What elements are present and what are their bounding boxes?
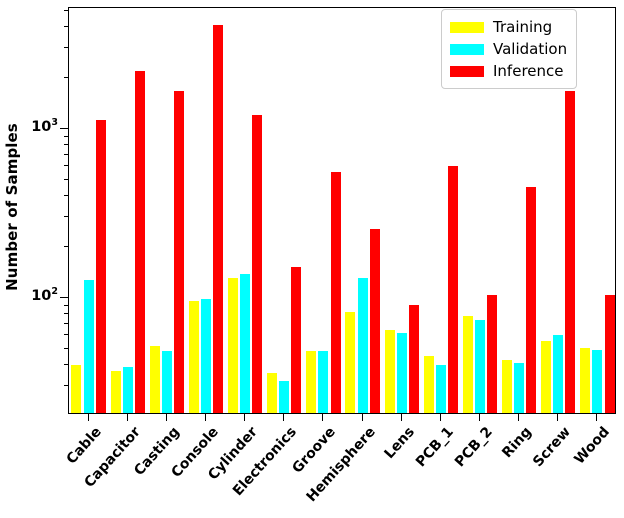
legend-swatch-validation: [450, 43, 484, 55]
bar-group: [149, 8, 185, 413]
bar-ring-training: [501, 359, 512, 413]
x-tick-label-wood: Wood: [571, 424, 614, 468]
bar-group: [71, 8, 106, 413]
bar-groove-inference: [330, 172, 341, 413]
x-tick: [322, 414, 324, 421]
bar-casting-validation: [161, 351, 172, 413]
bar-cylinder-validation: [240, 273, 251, 413]
bar-electronics-training: [267, 372, 278, 413]
x-tick: [283, 414, 285, 421]
bar-console-inference: [213, 25, 224, 413]
x-tick: [126, 414, 128, 421]
y-axis-title: Number of Samples: [0, 0, 24, 414]
bar-cable-inference: [95, 120, 106, 413]
y-axis-title-text: Number of Samples: [3, 123, 21, 291]
bar-lens-training: [384, 330, 395, 413]
bar-cable-validation: [83, 280, 94, 413]
x-tick-label-ring: Ring: [499, 424, 536, 462]
bar-pcb_1-inference: [448, 166, 459, 413]
x-tick-label-pcb_1: PCB_1: [412, 424, 457, 471]
bar-screw-validation: [553, 335, 564, 413]
bar-group: [580, 8, 615, 413]
bar-electronics-inference: [291, 267, 302, 413]
bar-chart-figure: Number of Samples 102 103 Cable Capacitor C…: [0, 0, 624, 518]
bar-cylinder-inference: [252, 115, 263, 413]
bar-casting-training: [149, 345, 160, 413]
x-tick: [400, 414, 402, 421]
legend-label: Inference: [493, 62, 564, 80]
x-tick: [205, 414, 206, 421]
legend-swatch-inference: [450, 65, 484, 77]
bar-casting-inference: [174, 90, 185, 413]
legend-label: Training: [493, 18, 553, 36]
bar-wood-training: [580, 348, 591, 413]
x-tick: [439, 414, 441, 421]
bar-electronics-validation: [279, 381, 290, 413]
legend-item-validation[interactable]: Validation: [450, 38, 567, 60]
bar-console-validation: [200, 299, 211, 413]
bar-hemisphere-inference: [369, 229, 380, 413]
y-tick-major: [60, 297, 68, 298]
x-tick: [244, 414, 246, 421]
bar-lens-inference: [408, 304, 419, 413]
bar-pcb_2-validation: [474, 319, 485, 413]
bar-group: [384, 8, 419, 413]
bar-pcb_1-training: [423, 356, 434, 413]
bar-capacitor-inference: [134, 70, 145, 413]
x-tick: [557, 414, 559, 421]
bar-ring-validation: [514, 363, 525, 413]
x-tick: [479, 414, 480, 421]
bar-capacitor-training: [110, 370, 121, 413]
bar-group: [267, 8, 302, 413]
x-tick: [87, 414, 89, 421]
bar-group: [345, 8, 380, 413]
bar-groove-training: [306, 351, 317, 413]
chart-legend: Training Validation Inference: [441, 9, 578, 89]
bar-capacitor-validation: [122, 366, 133, 413]
bar-screw-inference: [565, 90, 576, 413]
x-tick: [518, 414, 520, 421]
bar-groove-validation: [318, 351, 329, 413]
bar-pcb_1-validation: [435, 364, 446, 413]
bar-wood-validation: [592, 349, 603, 413]
bar-wood-inference: [604, 294, 615, 413]
x-tick-label-lens: Lens: [381, 424, 418, 462]
bar-console-training: [188, 301, 199, 413]
legend-swatch-training: [450, 21, 484, 33]
bar-lens-validation: [396, 332, 407, 413]
x-tick: [165, 414, 167, 421]
bar-cylinder-training: [227, 277, 238, 413]
y-tick-label: 102: [31, 286, 58, 304]
bar-cable-training: [71, 364, 82, 413]
bar-group: [110, 8, 145, 413]
bar-hemisphere-training: [345, 312, 356, 413]
x-tick: [596, 414, 598, 421]
bar-screw-training: [541, 341, 552, 413]
x-tick-label-screw: Screw: [530, 424, 575, 471]
bar-hemisphere-validation: [357, 278, 368, 413]
legend-item-inference[interactable]: Inference: [450, 60, 567, 82]
bar-group: [188, 8, 224, 413]
bar-pcb_2-training: [462, 315, 473, 413]
bar-group: [227, 8, 263, 413]
legend-item-training[interactable]: Training: [450, 16, 567, 38]
bar-pcb_2-inference: [487, 295, 498, 413]
legend-label: Validation: [493, 40, 568, 58]
y-tick-major: [60, 128, 68, 129]
x-tick: [361, 414, 363, 421]
bar-ring-inference: [526, 186, 537, 413]
y-tick-label: 103: [31, 117, 58, 135]
bar-group: [306, 8, 341, 413]
x-tick-label-pcb_2: PCB_2: [451, 424, 496, 471]
